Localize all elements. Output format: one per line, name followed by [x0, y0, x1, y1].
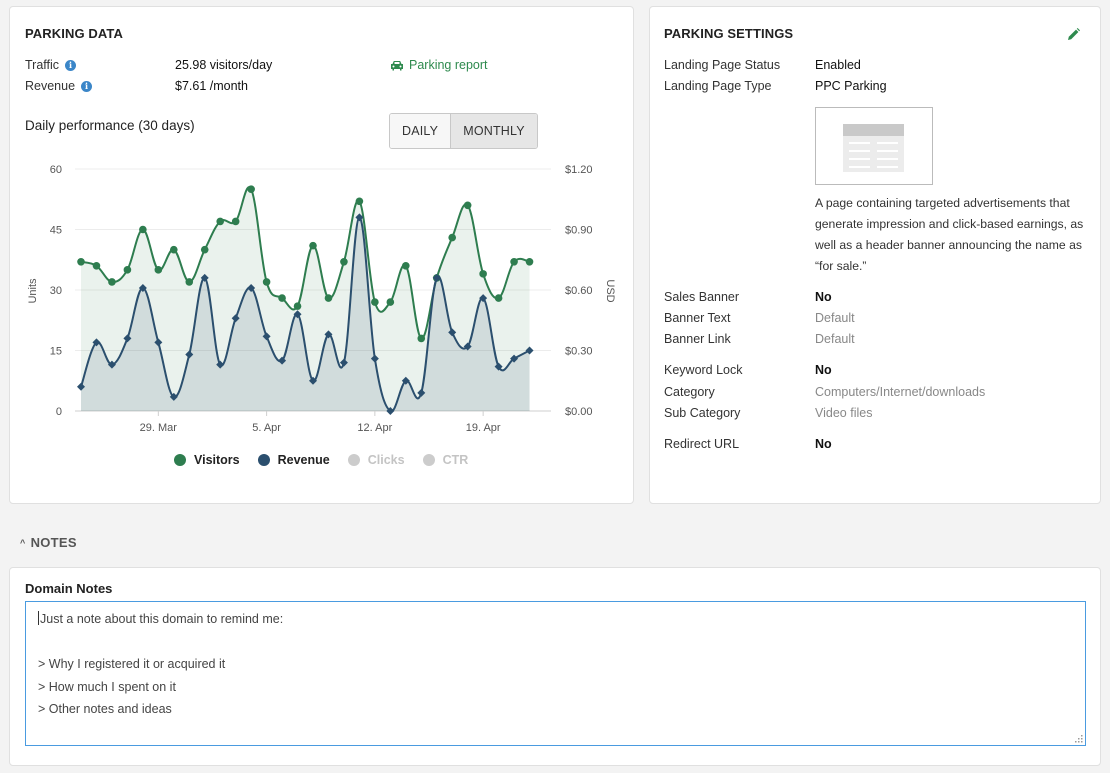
visitors-point	[402, 262, 410, 270]
legend-label: CTR	[442, 453, 469, 467]
visitors-point	[355, 197, 364, 206]
landing-status-label: Landing Page Status	[664, 58, 781, 72]
legend-label: Clicks	[367, 453, 405, 467]
visitors-point	[278, 294, 286, 302]
y-left-tick: 45	[50, 225, 62, 237]
notes-line: > How much I spent on it	[38, 679, 176, 694]
visitors-point	[247, 185, 255, 193]
y-right-tick: $0.30	[565, 346, 593, 358]
sub-category-value: Video files	[815, 406, 873, 420]
redirect-url-value: No	[815, 437, 832, 451]
visitors-point	[340, 257, 348, 266]
notes-line: Just a note about this domain to remind …	[38, 608, 1073, 631]
y-right-axis-title: USD	[604, 279, 616, 302]
visitors-point	[494, 294, 503, 302]
legend-item[interactable]: Clicks	[347, 453, 405, 467]
legend-dot-icon	[174, 454, 186, 466]
legend-item[interactable]: CTR	[422, 453, 469, 467]
resize-grip-icon[interactable]	[1075, 735, 1083, 743]
visitors-point	[293, 302, 302, 310]
y-left-tick: 15	[50, 346, 62, 358]
domain-notes-textarea[interactable]: Just a note about this domain to remind …	[25, 601, 1086, 746]
x-tick-label: 5. Apr	[252, 422, 281, 434]
notes-card: Domain Notes Just a note about this doma…	[9, 567, 1101, 766]
notes-section-toggle[interactable]: ^ NOTES	[20, 535, 77, 550]
chevron-up-icon: ^	[20, 538, 26, 548]
y-right-tick: $0.90	[565, 225, 593, 237]
legend-dot-icon	[422, 454, 435, 466]
banner-link-label: Banner Link	[664, 332, 731, 346]
landing-type-label: Landing Page Type	[664, 79, 772, 93]
parking-settings-title: PARKING SETTINGS	[664, 26, 794, 41]
visitors-point	[216, 217, 224, 226]
legend-label: Revenue	[277, 453, 330, 467]
visitors-point	[108, 278, 116, 286]
banner-text-value: Default	[815, 311, 855, 325]
visitors-point	[154, 266, 163, 274]
visitors-point	[417, 334, 426, 343]
banner-link-value: Default	[815, 332, 855, 346]
visitors-point	[77, 257, 85, 266]
x-tick-label: 29. Mar	[140, 422, 178, 434]
sales-banner-value: No	[815, 290, 832, 304]
edit-pencil-icon[interactable]	[1067, 28, 1080, 41]
landing-type-value: PPC Parking	[815, 79, 887, 93]
visitors-point	[139, 225, 147, 234]
sales-banner-label: Sales Banner	[664, 290, 740, 304]
visitors-point	[123, 266, 132, 274]
visitors-point	[309, 241, 317, 250]
visitors-point	[170, 245, 178, 254]
parking-settings-card: PARKING SETTINGS Landing Page Status Ena…	[649, 6, 1101, 504]
y-left-tick: 60	[50, 164, 62, 176]
x-tick-label: 19. Apr	[466, 422, 501, 434]
y-right-tick: $0.00	[565, 406, 593, 418]
parking-data-card: PARKING DATA Traffic i 25.98 visitors/day…	[9, 6, 634, 504]
notes-line-text: Just a note about this domain to remind …	[40, 612, 284, 626]
visitors-point	[448, 233, 457, 242]
landing-page-thumbnail[interactable]	[815, 107, 933, 185]
performance-chart: 0 $0.00 15 $0.30 30 $0.60 45 $0.90 60 $1.20 Units U…	[27, 164, 616, 434]
chart-legend: Visitors Revenue Clicks CTR	[174, 453, 486, 467]
visitors-point	[92, 262, 101, 270]
legend-item[interactable]: Visitors	[174, 453, 240, 467]
legend-dot-icon	[257, 454, 270, 466]
visitors-point	[510, 257, 518, 266]
category-value: Computers/Internet/downloads	[815, 385, 986, 399]
legend-item[interactable]: Revenue	[257, 453, 330, 467]
y-left-tick: 30	[50, 285, 62, 297]
visitors-point	[231, 217, 240, 226]
sub-category-label: Sub Category	[664, 406, 741, 420]
visitors-point	[371, 298, 379, 306]
y-left-tick: 0	[56, 406, 62, 418]
notes-line: > Other notes and ideas	[38, 702, 172, 716]
visitors-point	[324, 294, 333, 302]
legend-label: Visitors	[194, 453, 240, 467]
visitors-point	[463, 201, 472, 210]
visitors-point	[262, 278, 271, 286]
notes-line: > Why I registered it or acquired it	[38, 657, 226, 671]
redirect-url-label: Redirect URL	[664, 437, 740, 451]
banner-text-label: Banner Text	[664, 311, 731, 325]
notes-line	[38, 631, 1073, 654]
x-tick-label: 12. Apr	[357, 422, 392, 434]
visitors-point	[525, 257, 534, 266]
keyword-lock-label: Keyword Lock	[664, 363, 743, 377]
notes-toggle-label: NOTES	[30, 535, 77, 550]
domain-notes-label: Domain Notes	[25, 581, 113, 596]
keyword-lock-value: No	[815, 363, 832, 377]
y-right-tick: $1.20	[565, 164, 593, 176]
y-left-axis-title: Units	[27, 278, 39, 304]
legend-dot-icon	[347, 454, 360, 466]
text-caret	[38, 611, 39, 625]
category-label: Category	[664, 385, 715, 399]
visitors-point	[200, 245, 209, 254]
visitors-point	[386, 298, 395, 306]
landing-page-description: A page containing targeted advertisement…	[815, 196, 1084, 273]
visitors-point	[479, 270, 487, 278]
visitors-point	[185, 278, 194, 286]
landing-page-preview-icon	[843, 124, 904, 172]
y-right-tick: $0.60	[565, 285, 593, 297]
landing-status-value: Enabled	[815, 58, 861, 72]
